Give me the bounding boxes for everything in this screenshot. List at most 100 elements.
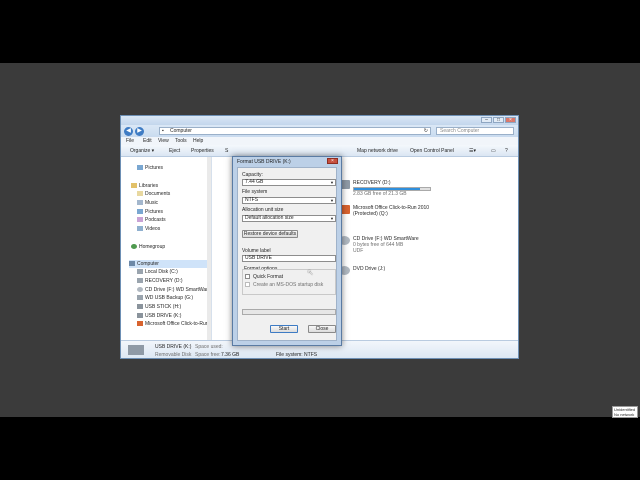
nav-scrollbar[interactable] <box>207 157 211 340</box>
menu-bar: File Edit View Tools Help <box>121 137 518 145</box>
address-row: ◀ ▶ ▪ Computer ↻ Search Computer <box>121 125 518 137</box>
refresh-icon[interactable]: ↻ <box>424 128 428 134</box>
computer-icon <box>129 261 135 267</box>
properties-button[interactable]: Properties <box>191 148 214 154</box>
capacity-label: Capacity: <box>242 172 263 178</box>
help-icon[interactable]: ? <box>505 148 508 154</box>
volume-label-input[interactable]: USB DRIVE <box>242 255 336 262</box>
hard-drive-icon <box>137 269 143 275</box>
drive-recovery[interactable]: RECOVERY (D:) 2.83 GB free of 21.3 GB <box>339 180 431 197</box>
nav-documents[interactable]: Documents <box>137 190 170 198</box>
drive-cd-filesystem: UDF <box>353 248 364 254</box>
drive-recovery-name: RECOVERY (D:) <box>353 180 391 186</box>
filesystem-label: File system <box>242 189 268 195</box>
drive-dvd[interactable]: DVD Drive (J:) <box>339 266 386 275</box>
filesystem-select[interactable]: NTFS ▼ <box>242 197 336 204</box>
hard-drive-icon <box>137 295 143 301</box>
forward-arrow-icon: ▶ <box>137 128 142 134</box>
cd-drive-icon <box>137 287 143 293</box>
drive-dvd-name: DVD Drive (J:) <box>353 266 386 272</box>
tooltip-line-2: No network <box>614 412 635 417</box>
organize-button[interactable]: Organize ▾ <box>130 148 154 154</box>
allocation-label: Allocation unit size <box>242 207 284 213</box>
breadcrumb-computer[interactable]: Computer <box>170 128 192 134</box>
drive-cd[interactable]: CD Drive (F:) WD SmartWare 0 bytes free … <box>339 236 419 254</box>
chevron-down-icon: ▼ <box>330 180 334 185</box>
videos-icon <box>137 226 143 232</box>
nav-pictures[interactable]: Pictures <box>137 208 163 216</box>
music-icon <box>137 200 143 206</box>
menu-view[interactable]: View <box>158 138 169 144</box>
allocation-select[interactable]: Default allocation size ▼ <box>242 215 336 222</box>
status-space-used-label: Space used: <box>195 344 223 350</box>
pictures-icon <box>137 209 143 215</box>
nav-local-disk[interactable]: Local Disk (C:) <box>137 268 178 276</box>
chevron-down-icon: ▼ <box>330 216 334 221</box>
menu-edit[interactable]: Edit <box>143 138 152 144</box>
forward-button[interactable]: ▶ <box>135 127 144 136</box>
quick-format-checkbox[interactable] <box>245 274 250 279</box>
pictures-icon <box>137 165 143 171</box>
close-window-button[interactable]: × <box>505 117 516 123</box>
minimize-button[interactable]: – <box>481 117 492 123</box>
dialog-close-button[interactable]: × <box>327 158 338 164</box>
view-options-icon[interactable]: ☰▾ <box>469 148 476 154</box>
nav-usb-stick[interactable]: USB STICK (H:) <box>137 303 181 311</box>
menu-help[interactable]: Help <box>193 138 203 144</box>
search-input[interactable]: Search Computer <box>436 127 514 135</box>
nav-podcasts[interactable]: Podcasts <box>137 216 166 224</box>
eject-button[interactable]: Eject <box>169 148 180 154</box>
nav-usb-drive[interactable]: USB DRIVE (K:) <box>137 312 181 320</box>
map-network-drive-button[interactable]: Map network drive <box>357 148 398 154</box>
nav-music[interactable]: Music <box>137 199 158 207</box>
podcasts-icon <box>137 217 143 223</box>
drive-recovery-usage-fill <box>354 188 421 190</box>
back-arrow-icon: ◀ <box>126 128 131 134</box>
drive-recovery-free: 2.83 GB free of 21.3 GB <box>353 191 407 197</box>
chevron-down-icon: ▼ <box>330 198 334 203</box>
nav-pictures-fav[interactable]: Pictures <box>137 164 163 172</box>
documents-icon <box>137 191 143 197</box>
window-titlebar: – □ × <box>121 116 518 125</box>
msdos-startup-checkbox[interactable] <box>245 282 250 287</box>
status-drive-type: Removable Disk <box>155 352 192 358</box>
usb-drive-large-icon <box>128 345 144 355</box>
drive-office[interactable]: Microsoft Office Click-to-Run 2010 (Prot… <box>339 205 429 217</box>
maximize-button[interactable]: □ <box>493 117 504 123</box>
nav-recovery[interactable]: RECOVERY (D:) <box>137 277 183 285</box>
address-bar[interactable]: ▪ Computer ↻ <box>159 127 431 135</box>
nav-office[interactable]: Microsoft Office Click-to-Run <box>137 320 209 328</box>
dialog-body: Capacity: 7.44 GB ▼ File system NTFS ▼ All… <box>237 167 337 341</box>
status-filesystem: File system: NTFS <box>276 352 318 358</box>
menu-tools[interactable]: Tools <box>175 138 187 144</box>
menu-file[interactable]: File <box>126 138 134 144</box>
nav-videos[interactable]: Videos <box>137 225 160 233</box>
status-drive-name: USB DRIVE (K:) <box>155 344 192 350</box>
computer-crumb-icon: ▪ <box>162 128 164 134</box>
navigation-pane: Pictures Libraries Documents Music Pictu… <box>121 157 212 340</box>
open-control-panel-button[interactable]: Open Control Panel <box>410 148 454 154</box>
homegroup-icon <box>131 244 137 250</box>
usb-drive-icon <box>137 313 143 319</box>
start-button[interactable]: Start <box>270 325 298 333</box>
office-icon <box>137 321 143 327</box>
quick-format-label: Quick Format <box>253 274 284 280</box>
close-button[interactable]: Close <box>308 325 336 333</box>
nav-homegroup[interactable]: Homegroup <box>131 243 165 251</box>
nav-wd-backup[interactable]: WD USB Backup (G:) <box>137 294 193 302</box>
nav-libraries[interactable]: Libraries <box>131 182 158 190</box>
drive-office-sub: (Protected) (Q:) <box>353 211 388 217</box>
restore-defaults-button[interactable]: Restore device defaults <box>242 230 298 238</box>
hard-drive-icon <box>137 278 143 284</box>
system-properties-button[interactable]: S <box>225 148 228 154</box>
nav-computer[interactable]: Computer <box>129 260 209 268</box>
status-space-free-label: Space free: <box>195 352 221 358</box>
capacity-select[interactable]: 7.44 GB ▼ <box>242 179 336 186</box>
preview-pane-icon[interactable]: ▭ <box>491 148 496 154</box>
back-button[interactable]: ◀ <box>124 127 133 136</box>
nav-cd-drive[interactable]: CD Drive (F:) WD SmartWare <box>137 286 211 294</box>
dialog-title: Format USB DRIVE (K:) <box>237 159 291 165</box>
libraries-icon <box>131 183 137 189</box>
status-space-free-value: 7.36 GB <box>221 352 240 358</box>
mouse-cursor-icon: ↖ <box>307 268 314 277</box>
